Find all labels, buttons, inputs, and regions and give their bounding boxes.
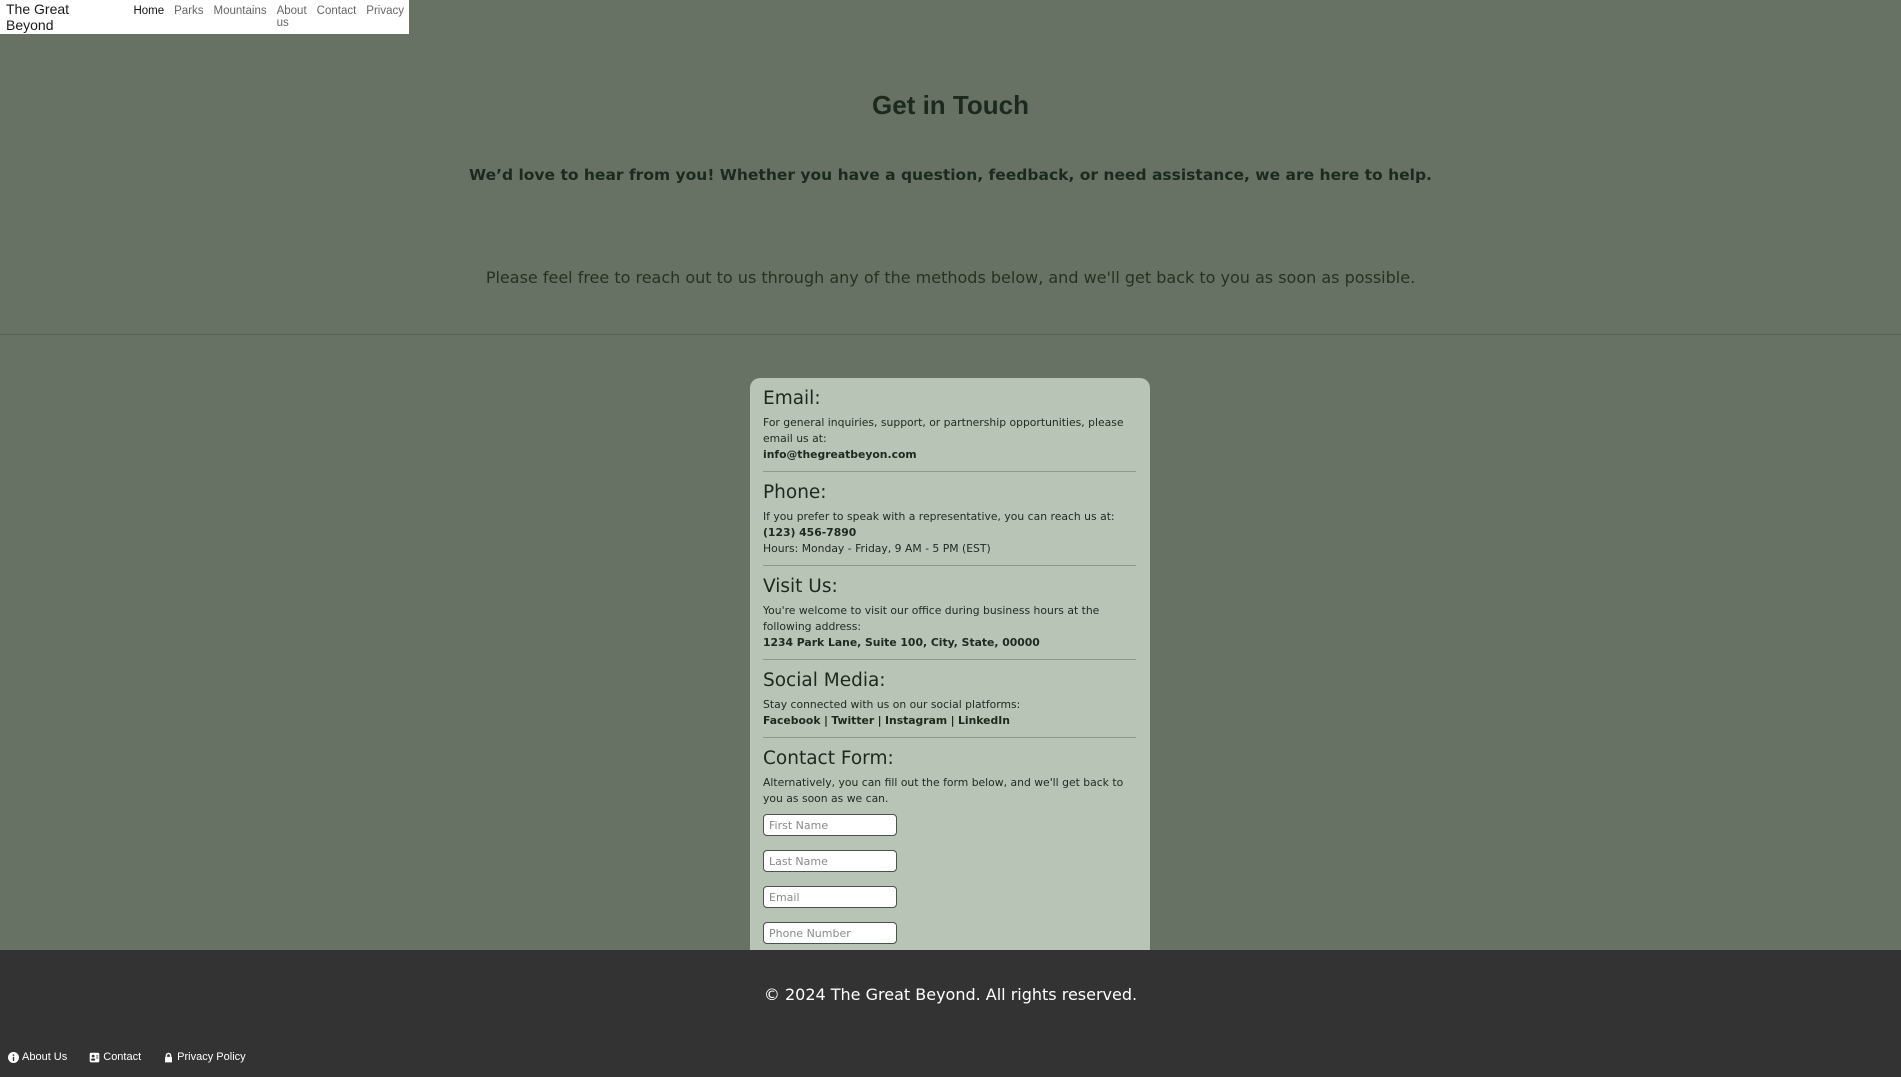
email-input[interactable] — [763, 886, 897, 908]
nav-link-parks[interactable]: Parks — [169, 5, 208, 29]
hero-lead: We’d love to hear from you! Whether you … — [469, 166, 1432, 184]
footer-link-label: About Us — [22, 1051, 68, 1063]
social-separator: | — [950, 714, 955, 727]
visit-heading: Visit Us: — [763, 576, 838, 597]
last-name-input[interactable] — [763, 850, 897, 872]
email-address: info@thegreatbeyon.com — [763, 448, 917, 461]
instagram-link[interactable]: Instagram — [885, 714, 947, 727]
nav-links: Home Parks Mountains About us Contact Pr… — [128, 5, 409, 29]
hero-body: Please feel free to reach out to us thro… — [485, 268, 1416, 287]
nav-link-home[interactable]: Home — [128, 5, 169, 29]
linkedin-link[interactable]: LinkedIn — [958, 714, 1010, 727]
section-divider — [0, 334, 1901, 335]
contact-card-icon — [89, 1052, 100, 1062]
phone-number-input[interactable] — [763, 922, 897, 944]
footer-link-label: Privacy Policy — [177, 1051, 246, 1063]
contact-card: Email: For general inquiries, support, o… — [750, 378, 1150, 950]
phone-number: (123) 456-7890 — [763, 526, 857, 539]
footer-link-contact[interactable]: Contact — [89, 1051, 141, 1063]
social-links: Facebook | Twitter | Instagram | LinkedI… — [763, 713, 1136, 729]
phone-text: If you prefer to speak with a representa… — [763, 510, 1115, 523]
footer-link-privacy-policy[interactable]: Privacy Policy — [163, 1051, 246, 1063]
social-text: Stay connected with us on our social pla… — [763, 698, 1021, 711]
social-separator: | — [877, 714, 882, 727]
social-heading: Social Media: — [763, 670, 886, 691]
nav-link-privacy[interactable]: Privacy — [361, 5, 409, 29]
social-separator: | — [823, 714, 828, 727]
contact-form-text: Alternatively, you can fill out the form… — [763, 776, 1124, 805]
info-icon — [8, 1051, 19, 1063]
visit-address: 1234 Park Lane, Suite 100, City, State, … — [763, 636, 1040, 649]
phone-heading: Phone: — [763, 482, 827, 503]
first-name-input[interactable] — [763, 814, 897, 836]
email-section: Email: For general inquiries, support, o… — [763, 388, 1136, 472]
footer-link-label: Contact — [103, 1051, 142, 1063]
copyright-text: © 2024 The Great Beyond. All rights rese… — [763, 985, 1138, 1004]
social-section: Social Media: Stay connected with us on … — [763, 670, 1136, 738]
navbar: The Great Beyond Home Parks Mountains Ab… — [0, 0, 409, 34]
footer-link-about-us[interactable]: About Us — [8, 1051, 67, 1063]
twitter-link[interactable]: Twitter — [831, 714, 874, 727]
nav-link-mountains[interactable]: Mountains — [209, 5, 272, 29]
email-text: For general inquiries, support, or partn… — [763, 416, 1124, 445]
nav-link-contact[interactable]: Contact — [312, 5, 362, 29]
footer-links: About Us Contact Privacy Policy — [8, 1051, 246, 1063]
page-title: Get in Touch — [872, 90, 1029, 120]
facebook-link[interactable]: Facebook — [763, 714, 821, 727]
email-heading: Email: — [763, 388, 821, 409]
contact-form — [763, 814, 1136, 944]
visit-section: Visit Us: You're welcome to visit our of… — [763, 576, 1136, 660]
brand-link[interactable]: The Great Beyond — [6, 1, 112, 33]
phone-hours: Hours: Monday - Friday, 9 AM - 5 PM (EST… — [763, 542, 991, 555]
lock-icon — [165, 1052, 173, 1062]
visit-text: You're welcome to visit our office durin… — [763, 604, 1100, 633]
nav-link-about-us[interactable]: About us — [272, 5, 312, 29]
phone-section: Phone: If you prefer to speak with a rep… — [763, 482, 1136, 566]
hero-section: Get in Touch We’d love to hear from you!… — [0, 34, 1901, 334]
contact-form-heading: Contact Form: — [763, 748, 894, 769]
contact-form-section: Contact Form: Alternatively, you can fil… — [763, 748, 1136, 950]
footer: © 2024 The Great Beyond. All rights rese… — [0, 950, 1901, 1077]
